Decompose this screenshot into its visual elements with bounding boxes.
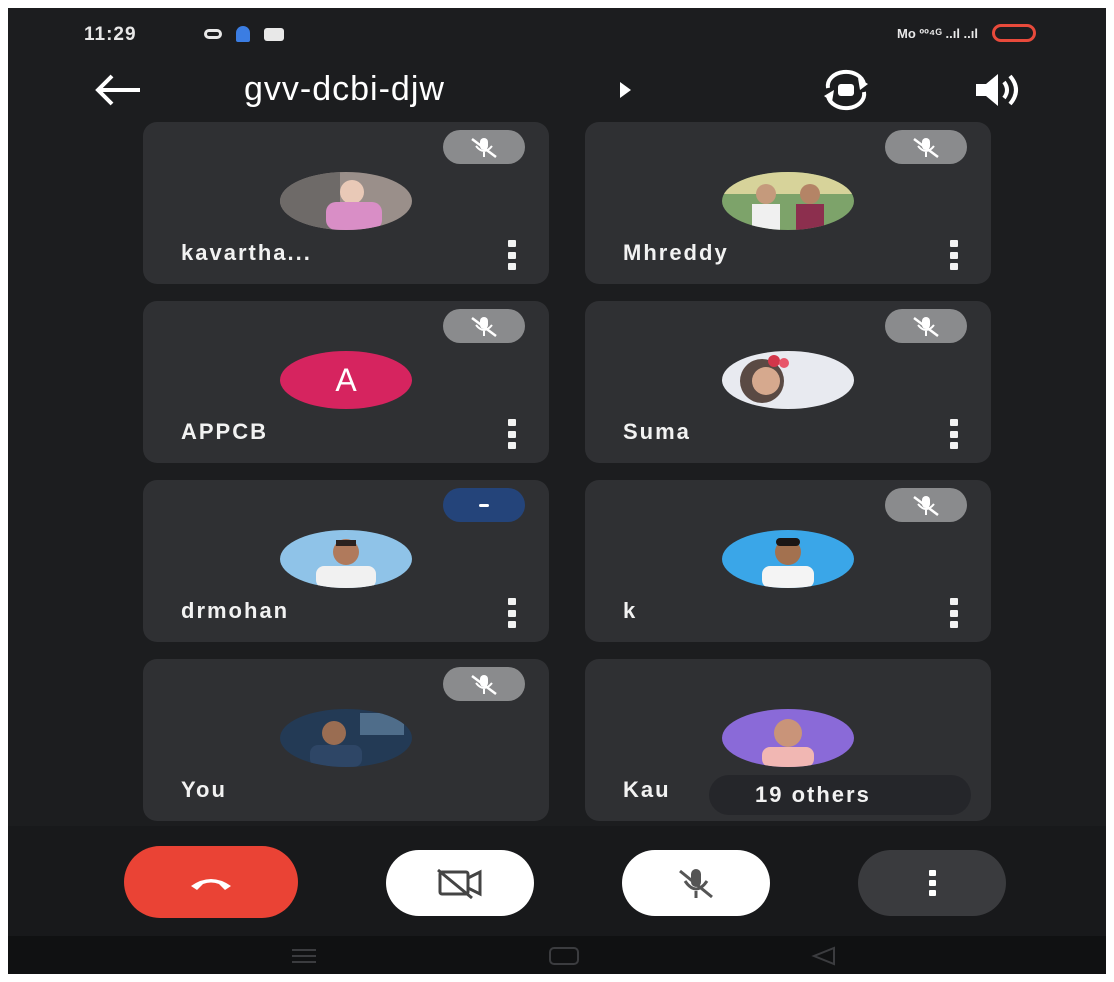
participant-menu-button[interactable] xyxy=(947,419,961,449)
mic-off-icon xyxy=(913,496,939,516)
mic-off-icon xyxy=(913,317,939,337)
mic-muted-badge xyxy=(885,488,967,522)
participant-menu-button[interactable] xyxy=(505,598,519,628)
more-vertical-icon xyxy=(927,870,937,896)
back-triangle-icon xyxy=(811,946,835,966)
mic-muted-badge xyxy=(443,667,525,701)
others-count-button[interactable]: 19 others xyxy=(709,775,971,815)
caret-right-icon[interactable] xyxy=(620,82,631,98)
participant-menu-button[interactable] xyxy=(505,419,519,449)
participant-avatar xyxy=(280,709,412,767)
avatar-photo xyxy=(722,172,854,230)
mic-muted-badge xyxy=(443,130,525,164)
avatar-photo xyxy=(722,709,854,767)
speaker-icon xyxy=(976,74,1018,106)
switch-camera-button[interactable] xyxy=(818,66,874,114)
mic-toggle-button[interactable] xyxy=(622,850,770,916)
home-square-icon xyxy=(549,947,579,965)
participant-name: You xyxy=(181,777,227,802)
participant-name: APPCB xyxy=(181,419,269,444)
mic-off-icon xyxy=(471,138,497,158)
mic-muted-badge xyxy=(885,309,967,343)
participant-name: kavartha... xyxy=(181,240,312,265)
participant-name: k xyxy=(623,598,638,623)
video-notification-icon xyxy=(264,27,284,41)
avatar-photo xyxy=(280,172,412,230)
mic-off-icon xyxy=(471,675,497,695)
notification-icons xyxy=(204,26,284,42)
recent-apps-button[interactable] xyxy=(284,944,324,968)
call-controls xyxy=(8,826,1106,936)
participant-tile[interactable]: Suma xyxy=(585,301,991,463)
speaking-indicator xyxy=(443,488,525,522)
status-bar: 11:29 Mo ºº⁴ᴳ ..ıl ..ıl xyxy=(8,8,1106,60)
signal-indicator: Mo ºº⁴ᴳ ..ıl ..ıl xyxy=(897,25,978,41)
phone-screen: 11:29 Mo ºº⁴ᴳ ..ıl ..ıl gvv-dcbi-djw kav… xyxy=(8,8,1106,974)
switch-camera-icon xyxy=(824,69,868,111)
speaker-button[interactable] xyxy=(970,68,1026,112)
mic-muted-badge xyxy=(885,130,967,164)
participant-avatar xyxy=(722,709,854,767)
participant-menu-button[interactable] xyxy=(947,240,961,270)
mic-off-icon xyxy=(913,138,939,158)
hang-up-icon xyxy=(191,879,231,890)
avatar-photo xyxy=(280,709,412,767)
avatar-photo xyxy=(280,530,412,588)
participant-tile[interactable]: k xyxy=(585,480,991,642)
camera-toggle-button[interactable] xyxy=(386,850,534,916)
camera-off-icon xyxy=(437,868,482,900)
more-options-button[interactable] xyxy=(858,850,1006,916)
participant-avatar xyxy=(280,172,412,230)
system-indicators: Mo ºº⁴ᴳ ..ıl ..ıl xyxy=(897,24,1036,42)
meeting-code[interactable]: gvv-dcbi-djw xyxy=(244,70,445,109)
participant-tile[interactable]: drmohan xyxy=(143,480,549,642)
mic-off-icon xyxy=(679,869,713,899)
battery-icon xyxy=(992,24,1036,42)
participant-tile[interactable]: Mhreddy xyxy=(585,122,991,284)
participant-name: drmohan xyxy=(181,598,290,623)
participant-avatar xyxy=(280,530,412,588)
participant-tile[interactable]: kavartha... xyxy=(143,122,549,284)
participant-tile[interactable]: A APPCB xyxy=(143,301,549,463)
participant-name: Kau xyxy=(623,777,671,802)
mic-muted-badge xyxy=(443,309,525,343)
participant-avatar: A xyxy=(280,351,412,409)
participant-name: Mhreddy xyxy=(623,240,729,265)
key-icon xyxy=(204,29,222,39)
participant-tile[interactable]: Kau 19 others xyxy=(585,659,991,821)
back-arrow-icon xyxy=(95,74,140,106)
participant-avatar xyxy=(722,172,854,230)
avatar-photo xyxy=(722,530,854,588)
speaking-icon xyxy=(479,503,489,507)
participant-menu-button[interactable] xyxy=(505,240,519,270)
participant-menu-button[interactable] xyxy=(947,598,961,628)
participant-tile[interactable]: You xyxy=(143,659,549,821)
system-navigation-bar xyxy=(8,936,1106,974)
mic-off-icon xyxy=(471,317,497,337)
meeting-header: gvv-dcbi-djw xyxy=(8,60,1106,122)
menu-lines-icon xyxy=(292,949,316,963)
participant-avatar xyxy=(722,351,854,409)
participant-avatar xyxy=(722,530,854,588)
back-nav-button[interactable] xyxy=(804,944,844,968)
participant-name: Suma xyxy=(623,419,691,444)
back-button[interactable] xyxy=(90,70,146,110)
avatar-photo xyxy=(722,351,854,409)
home-button[interactable] xyxy=(544,944,584,968)
status-time: 11:29 xyxy=(84,24,137,45)
end-call-button[interactable] xyxy=(124,846,298,918)
notification-bell-icon xyxy=(236,26,250,42)
